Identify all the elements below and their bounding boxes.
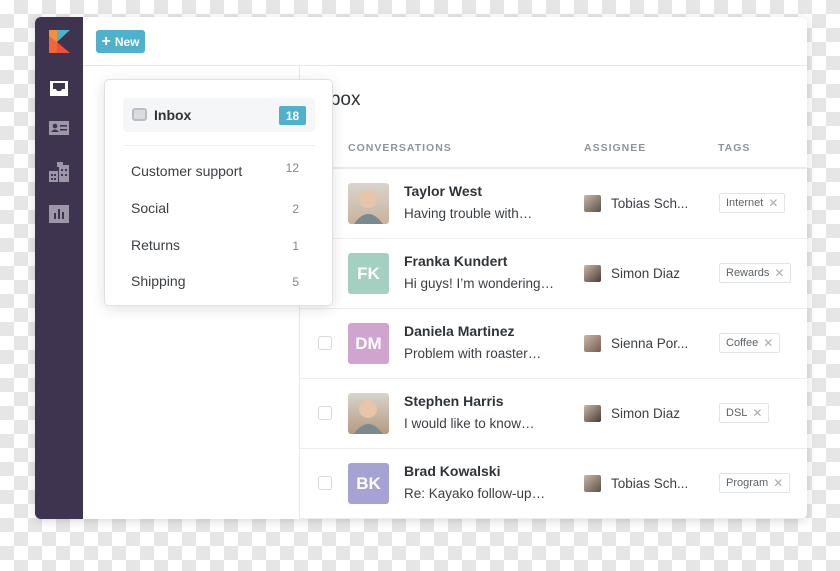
assignee-name: Tobias Sch... — [611, 196, 689, 211]
view-count: 12 — [285, 161, 299, 175]
requester-avatar — [348, 393, 389, 434]
avatar-initials: DM — [355, 333, 382, 353]
column-header-tags[interactable]: TAGS — [718, 142, 750, 154]
view-label: Returns — [131, 237, 181, 253]
requester-name[interactable]: Taylor West — [404, 183, 482, 199]
avatar-initials: FK — [357, 263, 380, 283]
requester-name[interactable]: Franka Kundert — [404, 253, 507, 269]
assignee-name: Tobias Sch... — [611, 476, 689, 491]
message-preview: Hi guys! I’m wondering… — [404, 276, 555, 291]
inbox-label: Inbox — [154, 107, 192, 123]
message-preview: Having trouble with… — [404, 206, 533, 221]
conversation-list: Inbox CONVERSATIONS ASSIGNEE TAGS Taylor… — [300, 66, 807, 519]
requester-name[interactable]: Stephen Harris — [404, 393, 504, 409]
row-checkbox[interactable] — [318, 336, 332, 350]
requester-avatar: BK — [348, 463, 389, 504]
remove-tag-icon[interactable]: ✕ — [768, 196, 778, 210]
conversation-row[interactable]: FK Franka Kundert Hi guys! I’m wondering… — [300, 239, 807, 309]
inbox-icon — [132, 108, 147, 121]
assignee-avatar — [584, 265, 601, 282]
assignee-avatar — [584, 475, 601, 492]
conversation-row[interactable]: Taylor West Having trouble with… Tobias … — [300, 169, 807, 239]
sidebar — [35, 17, 83, 519]
plus-icon: + — [101, 32, 111, 50]
message-preview: Re: Kayako follow-up… — [404, 486, 546, 501]
view-count: 1 — [292, 239, 299, 253]
kayako-logo — [49, 30, 70, 53]
assignee-name: Simon Diaz — [611, 406, 681, 421]
view-count: 5 — [292, 275, 299, 289]
assignee-avatar — [584, 335, 601, 352]
requester-avatar — [348, 183, 389, 224]
row-checkbox[interactable] — [318, 476, 332, 490]
remove-tag-icon[interactable]: ✕ — [752, 406, 762, 420]
assignee-avatar — [584, 195, 601, 212]
inbox-count-badge: 18 — [279, 106, 306, 125]
tag-chip: Rewards ✕ — [719, 263, 792, 283]
divider — [123, 145, 315, 146]
tag-chip: Program ✕ — [719, 473, 791, 493]
top-bar: + New — [83, 17, 807, 66]
assignee-name: Simon Diaz — [611, 266, 681, 281]
avatar-initials: BK — [356, 473, 381, 493]
tag-label: Rewards — [726, 267, 770, 279]
remove-tag-icon[interactable]: ✕ — [773, 476, 783, 490]
inbox-icon[interactable] — [49, 79, 69, 97]
tag-chip: Internet ✕ — [719, 193, 786, 213]
inbox-views-dropdown: Inbox 18 Customer support 12 Social 2 Return… — [104, 79, 333, 306]
tag-label: Internet — [726, 197, 764, 209]
remove-tag-icon[interactable]: ✕ — [774, 266, 784, 280]
remove-tag-icon[interactable]: ✕ — [763, 336, 773, 350]
column-header-conversations[interactable]: CONVERSATIONS — [348, 142, 452, 154]
tag-chip: DSL ✕ — [719, 403, 770, 423]
message-preview: Problem with roaster… — [404, 346, 542, 361]
conversation-row[interactable]: DM Daniela Martinez Problem with roaster… — [300, 309, 807, 379]
reports-icon[interactable] — [49, 205, 69, 223]
requester-name[interactable]: Brad Kowalski — [404, 463, 500, 479]
conversation-row[interactable]: BK Brad Kowalski Re: Kayako follow-up… T… — [300, 449, 807, 519]
tag-chip: Coffee ✕ — [719, 333, 781, 353]
organizations-icon[interactable] — [49, 162, 69, 182]
column-header-assignee[interactable]: ASSIGNEE — [584, 142, 646, 154]
assignee-name: Sienna Por... — [611, 336, 689, 351]
assignee-avatar — [584, 405, 601, 422]
requester-name[interactable]: Daniela Martinez — [404, 323, 514, 339]
tag-label: DSL — [726, 407, 748, 419]
view-label: Shipping — [131, 273, 186, 289]
tag-label: Program — [726, 477, 769, 489]
view-count: 2 — [292, 202, 299, 216]
conversation-row[interactable]: Stephen Harris I would like to know… Sim… — [300, 379, 807, 449]
new-button[interactable]: + New — [96, 30, 145, 53]
new-label: New — [114, 34, 140, 49]
dropdown-item-inbox[interactable]: Inbox 18 — [123, 98, 315, 132]
view-label: Customer support — [131, 163, 243, 179]
contacts-icon[interactable] — [49, 119, 69, 137]
tag-label: Coffee — [726, 337, 759, 349]
row-checkbox[interactable] — [318, 406, 332, 420]
message-preview: I would like to know… — [404, 416, 535, 431]
requester-avatar: FK — [348, 253, 389, 294]
requester-avatar: DM — [348, 323, 389, 364]
view-label: Social — [131, 200, 170, 216]
